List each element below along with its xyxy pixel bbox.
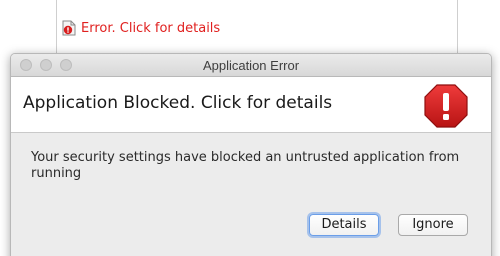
document-error-icon [62, 20, 76, 36]
screen: Error. Click for details Application Err… [0, 0, 500, 256]
title-bar[interactable]: Application Error [11, 54, 491, 77]
applet-error-text[interactable]: Error. Click for details [81, 21, 220, 36]
stop-sign-icon [424, 84, 468, 128]
details-button[interactable]: Details [309, 214, 379, 236]
application-error-dialog: Application Error Application Blocked. C… [10, 53, 492, 256]
blocked-headline[interactable]: Application Blocked. Click for details [23, 93, 332, 113]
dialog-header: Application Blocked. Click for details [11, 77, 491, 133]
applet-error-link[interactable]: Error. Click for details [62, 20, 220, 36]
security-message: Your security settings have blocked an u… [31, 150, 460, 181]
ignore-button[interactable]: Ignore [398, 214, 468, 236]
window-title: Application Error [202, 58, 300, 73]
